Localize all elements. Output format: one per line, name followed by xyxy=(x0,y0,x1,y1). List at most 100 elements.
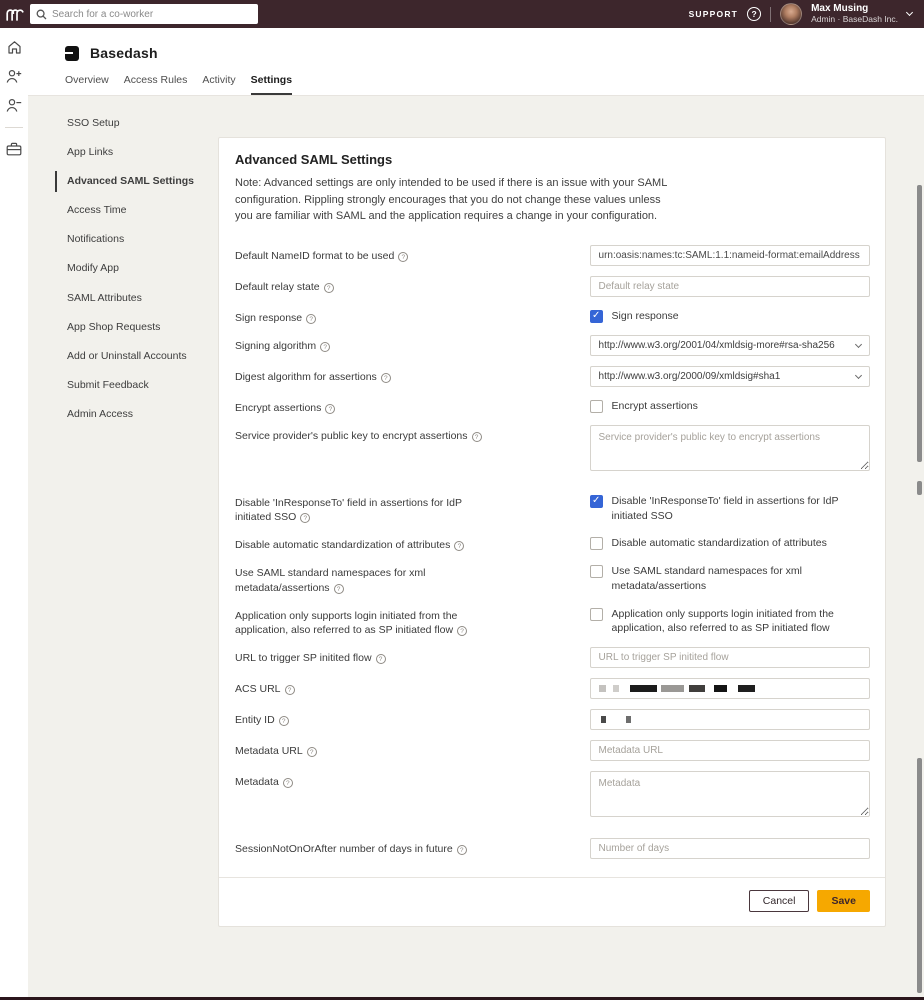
search-input[interactable] xyxy=(52,9,252,20)
help-circle-icon[interactable]: ? xyxy=(747,7,761,21)
help-icon[interactable]: ? xyxy=(334,584,344,594)
url-to-trigger-sp-initited-flow-input[interactable] xyxy=(590,647,870,668)
metadata-url-input[interactable] xyxy=(590,740,870,761)
field-label: ACS URL? xyxy=(235,678,493,699)
field-label-text: URL to trigger SP initited flow xyxy=(235,652,372,664)
help-icon[interactable]: ? xyxy=(325,404,335,414)
help-icon[interactable]: ? xyxy=(376,654,386,664)
global-search[interactable] xyxy=(30,4,258,24)
help-icon[interactable]: ? xyxy=(381,373,391,383)
field-control: http://www.w3.org/2000/09/xmldsig#sha1 xyxy=(590,366,870,387)
help-icon[interactable]: ? xyxy=(279,716,289,726)
sidebar-item-sso-setup[interactable]: SSO Setup xyxy=(55,113,215,134)
default-relay-state-input[interactable] xyxy=(590,276,870,297)
sign-response-checkbox[interactable] xyxy=(590,310,603,323)
sidebar-item-saml-attributes[interactable]: SAML Attributes xyxy=(55,288,215,309)
tab-activity[interactable]: Activity xyxy=(202,74,235,95)
avatar[interactable] xyxy=(780,3,802,25)
help-icon[interactable]: ? xyxy=(457,845,467,855)
entity-id-input[interactable] xyxy=(590,709,870,730)
sidebar-item-add-or-uninstall-accounts[interactable]: Add or Uninstall Accounts xyxy=(55,346,215,367)
field-control: http://www.w3.org/2001/04/xmldsig-more#r… xyxy=(590,335,870,356)
checkbox-wrap: Disable automatic standardization of att… xyxy=(590,534,870,551)
help-icon[interactable]: ? xyxy=(324,283,334,293)
disable-inresponseto-field-in-assertions-for-idp-initiated-sso-checkbox[interactable] xyxy=(590,495,603,508)
help-icon[interactable]: ? xyxy=(472,432,482,442)
sessionnotonorafter-number-of-days-in-future-input[interactable] xyxy=(590,838,870,859)
support-link[interactable]: SUPPORT xyxy=(689,9,739,19)
rippling-logo[interactable] xyxy=(0,8,30,21)
field-label: Default NameID format to be used? xyxy=(235,245,493,266)
field-control: Disable automatic standardization of att… xyxy=(590,534,870,552)
default-nameid-format-to-be-used-input[interactable] xyxy=(590,245,870,266)
help-icon[interactable]: ? xyxy=(454,541,464,551)
disable-automatic-standardization-of-attributes-checkbox[interactable] xyxy=(590,537,603,550)
scrollbar-thumb[interactable] xyxy=(917,481,922,495)
use-saml-standard-namespaces-for-xml-metadata-assertions-checkbox[interactable] xyxy=(590,565,603,578)
field-label-text: SessionNotOnOrAfter number of days in fu… xyxy=(235,843,453,855)
briefcase-icon[interactable] xyxy=(6,142,22,156)
help-icon[interactable]: ? xyxy=(285,685,295,695)
home-icon[interactable] xyxy=(7,40,22,55)
signing-algorithm-select[interactable]: http://www.w3.org/2001/04/xmldsig-more#r… xyxy=(590,335,870,356)
help-icon[interactable]: ? xyxy=(306,314,316,324)
scrollbar-thumb[interactable] xyxy=(917,185,922,462)
field-label: SessionNotOnOrAfter number of days in fu… xyxy=(235,838,493,859)
save-button[interactable]: Save xyxy=(817,890,870,912)
sidebar-item-app-links[interactable]: App Links xyxy=(55,142,215,163)
help-icon[interactable]: ? xyxy=(307,747,317,757)
help-icon[interactable]: ? xyxy=(320,342,330,352)
redacted-block xyxy=(661,685,684,692)
help-icon[interactable]: ? xyxy=(398,252,408,262)
tab-bar: Overview Access Rules Activity Settings xyxy=(65,74,292,95)
help-icon[interactable]: ? xyxy=(283,778,293,788)
redacted-block xyxy=(601,716,606,723)
redacted-block xyxy=(626,716,631,723)
field-control xyxy=(590,771,870,822)
field-control xyxy=(590,647,870,668)
sidebar-item-notifications[interactable]: Notifications xyxy=(55,229,215,250)
field-label-text: Application only supports login initiate… xyxy=(235,610,457,636)
tab-access-rules[interactable]: Access Rules xyxy=(124,74,188,95)
settings-sidenav: SSO Setup App Links Advanced SAML Settings… xyxy=(55,113,215,433)
basedash-logo-icon xyxy=(65,46,79,61)
metadata-textarea[interactable] xyxy=(590,771,870,817)
acs-url-input[interactable] xyxy=(590,678,870,699)
sidebar-item-access-time[interactable]: Access Time xyxy=(55,200,215,221)
scrollbar-thumb[interactable] xyxy=(917,758,922,993)
person-remove-icon[interactable] xyxy=(6,98,22,113)
field-control xyxy=(590,678,870,699)
checkbox-wrap: Application only supports login initiate… xyxy=(590,605,870,636)
tab-settings[interactable]: Settings xyxy=(251,74,292,95)
field-label: Disable 'InResponseTo' field in assertio… xyxy=(235,492,493,524)
help-icon[interactable]: ? xyxy=(457,626,467,636)
encrypt-assertions-checkbox[interactable] xyxy=(590,400,603,413)
form-row-entity-id: Entity ID? xyxy=(235,709,870,730)
service-provider-s-public-key-to-encrypt-assertions-textarea[interactable] xyxy=(590,425,870,471)
checkbox-label: Encrypt assertions xyxy=(612,399,698,414)
application-only-supports-login-initiated-from-the-application-also-referred-to-as-sp-initiated-flow-checkbox[interactable] xyxy=(590,608,603,621)
field-control xyxy=(590,740,870,761)
chevron-down-icon[interactable] xyxy=(906,9,913,16)
person-add-icon[interactable] xyxy=(6,69,22,84)
digest-algorithm-for-assertions-select[interactable]: http://www.w3.org/2000/09/xmldsig#sha1 xyxy=(590,366,870,387)
field-label-text: Metadata xyxy=(235,776,279,788)
topbar-divider xyxy=(770,7,771,22)
cancel-button[interactable]: Cancel xyxy=(749,890,810,912)
form-row-metadata-url: Metadata URL? xyxy=(235,740,870,761)
field-label: Entity ID? xyxy=(235,709,493,730)
sidebar-item-submit-feedback[interactable]: Submit Feedback xyxy=(55,375,215,396)
panel-footer: Cancel Save xyxy=(219,877,885,926)
sidebar-item-app-shop-requests[interactable]: App Shop Requests xyxy=(55,317,215,338)
search-icon xyxy=(36,9,47,20)
sidebar-item-admin-access[interactable]: Admin Access xyxy=(55,404,215,425)
sidebar-item-modify-app[interactable]: Modify App xyxy=(55,258,215,279)
tab-overview[interactable]: Overview xyxy=(65,74,109,95)
field-control: Use SAML standard namespaces for xml met… xyxy=(590,562,870,594)
redacted-block xyxy=(738,685,755,692)
help-icon[interactable]: ? xyxy=(300,513,310,523)
user-menu[interactable]: Max Musing Admin · BaseDash Inc. xyxy=(811,3,898,24)
sidebar-item-advanced-saml-settings[interactable]: Advanced SAML Settings xyxy=(55,171,215,192)
checkbox-label: Disable automatic standardization of att… xyxy=(612,536,827,551)
redacted-block xyxy=(714,685,727,692)
